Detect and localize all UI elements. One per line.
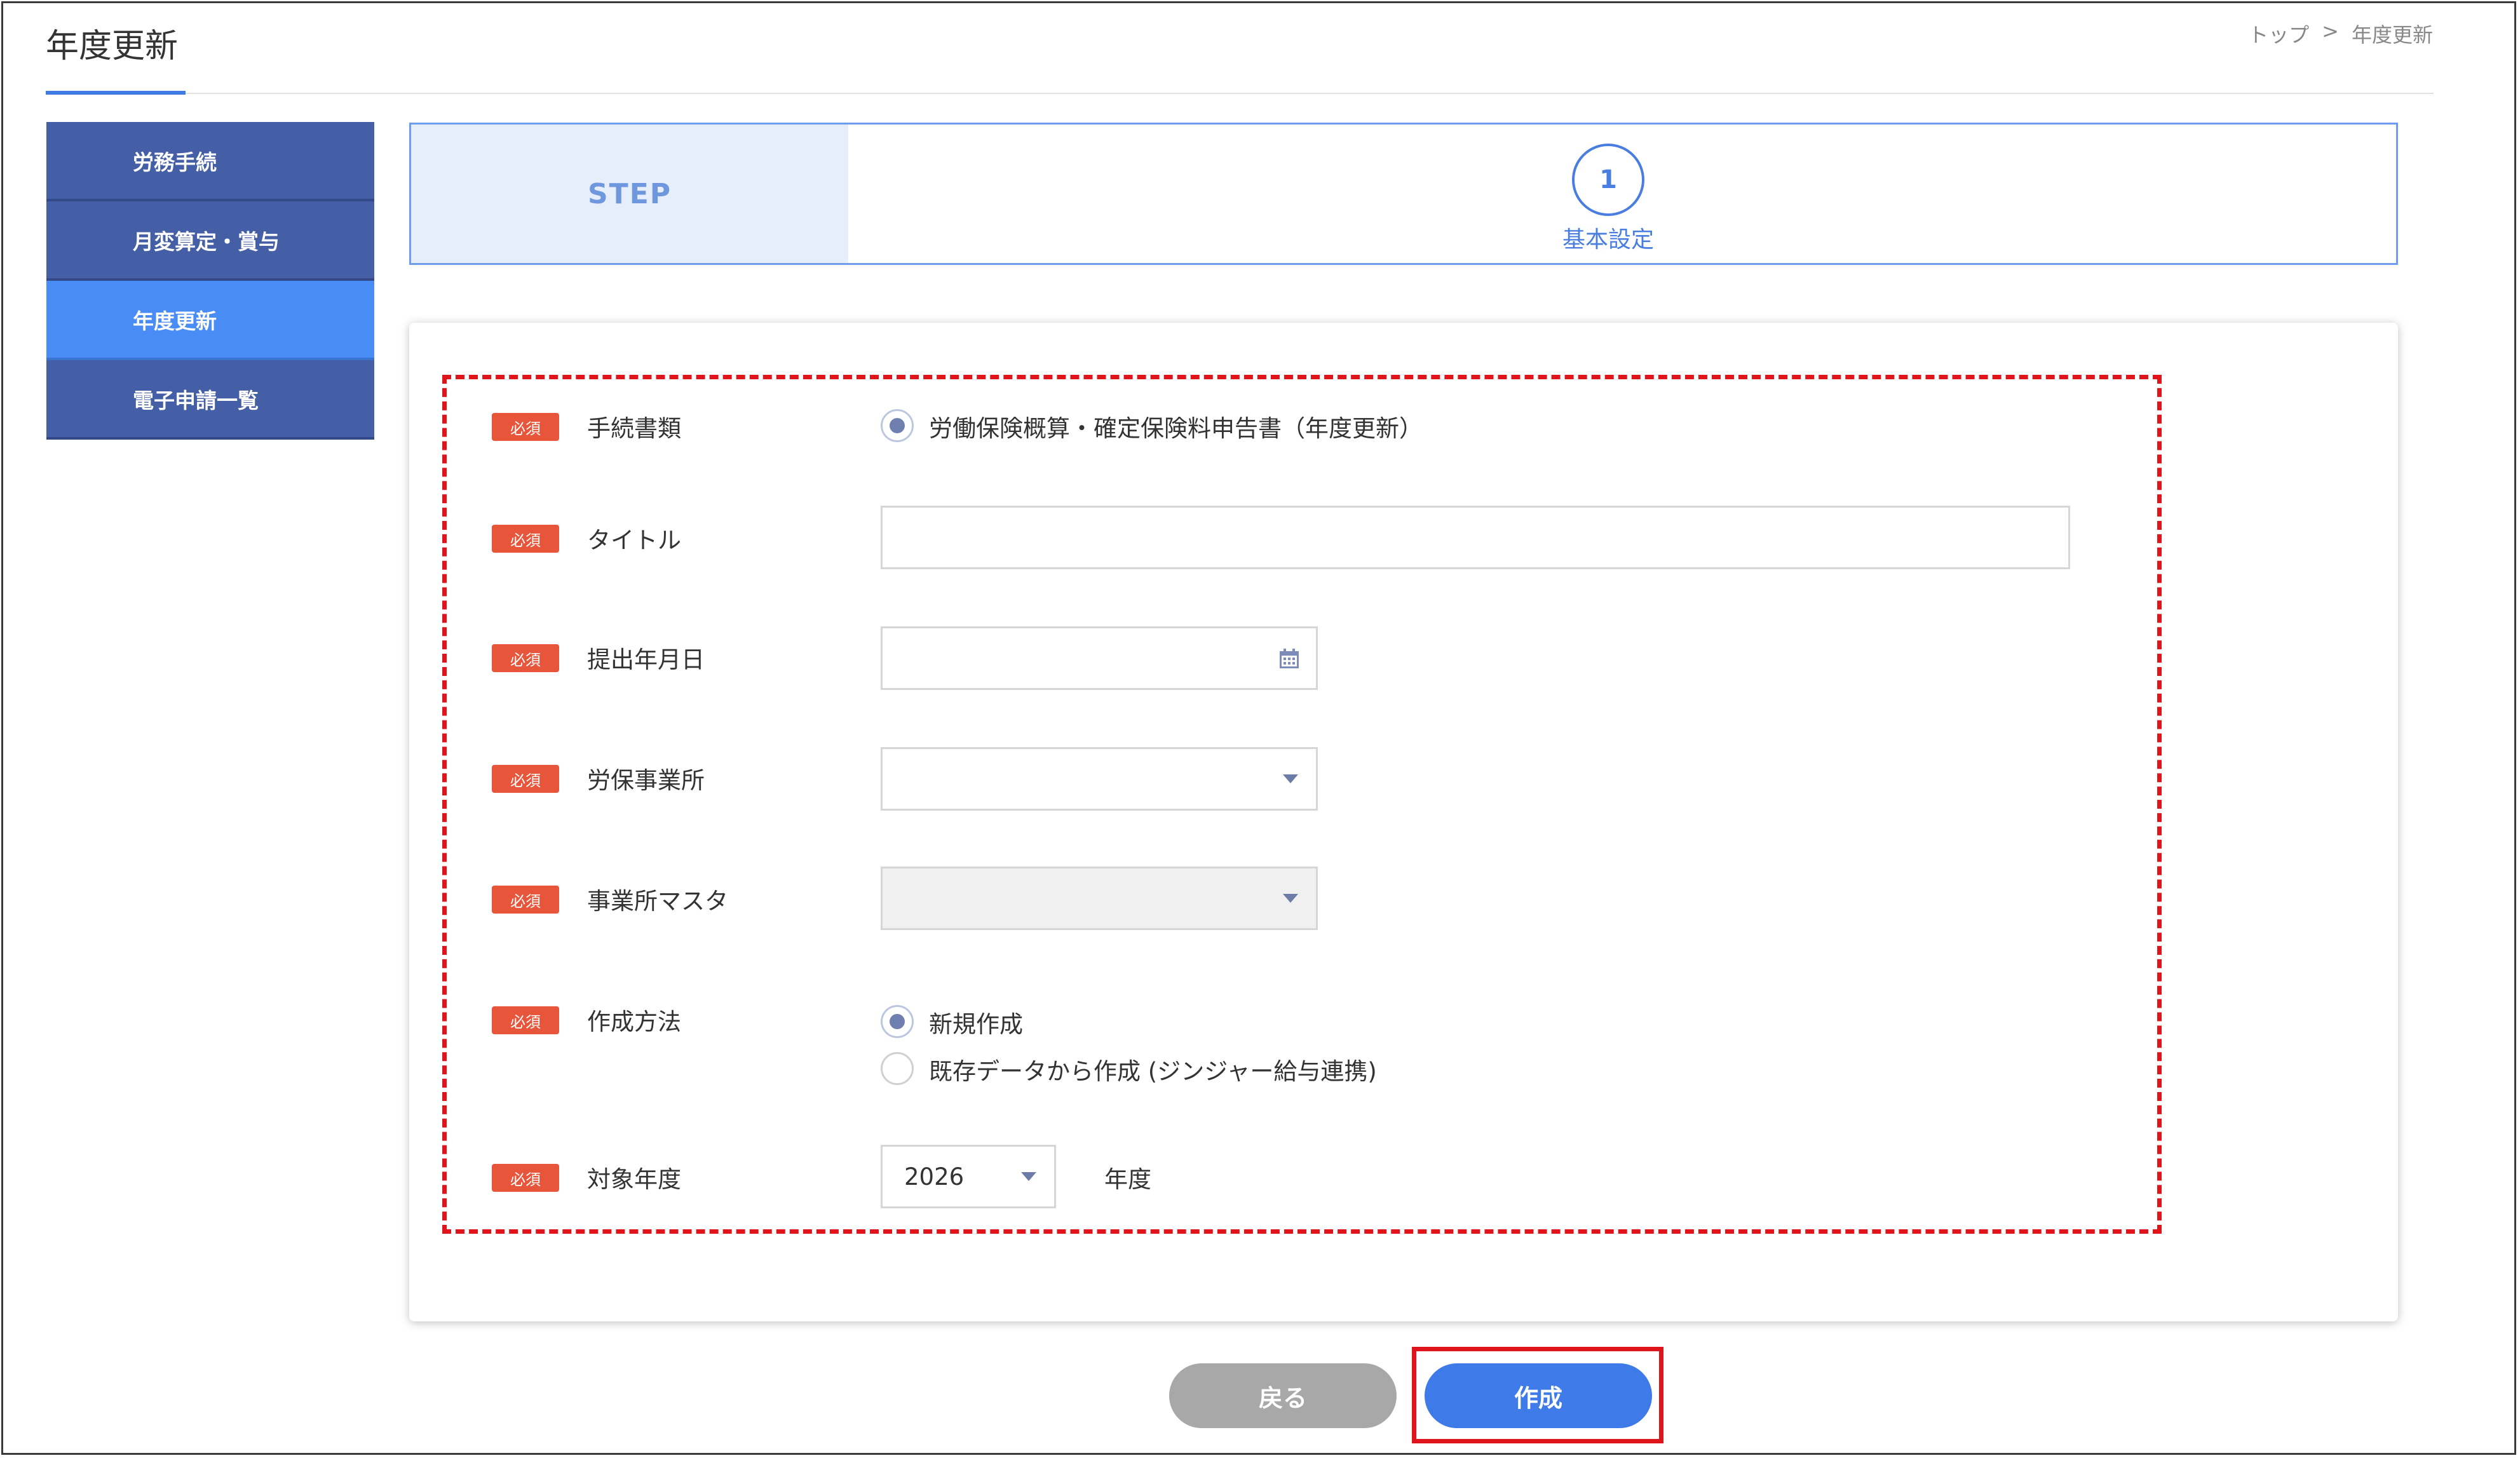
sidebar-item-salary-revision-bonus[interactable]: 月変算定・賞与: [46, 201, 374, 281]
procedure-label: 手続書類: [587, 415, 681, 442]
step-indicator: STEP 1 基本設定: [409, 123, 2398, 265]
target-year-suffix: 年度: [1104, 1166, 1151, 1193]
title-field[interactable]: [881, 506, 2070, 569]
breadcrumb-separator: >: [2322, 19, 2339, 43]
create-button-highlight: [1412, 1347, 1663, 1443]
required-badge: 必須: [492, 886, 559, 914]
required-badge: 必須: [492, 765, 559, 793]
sidebar-item-annual-renewal[interactable]: 年度更新: [46, 281, 374, 360]
sidebar-item-e-application-list[interactable]: 電子申請一覧: [46, 360, 374, 440]
method-option-new: 新規作成: [929, 1011, 1023, 1038]
required-badge: 必須: [492, 1164, 559, 1192]
title-underline: [46, 91, 186, 95]
method-radio-new[interactable]: [881, 1005, 914, 1038]
back-button[interactable]: 戻る: [1169, 1363, 1397, 1428]
target-year-value: 2026: [904, 1163, 965, 1191]
procedure-option: 労働保険概算・確定保険料申告書（年度更新）: [929, 415, 1423, 442]
page-title: 年度更新: [46, 27, 179, 65]
submit-date-label: 提出年月日: [587, 646, 705, 673]
target-year-label: 対象年度: [587, 1166, 681, 1193]
breadcrumb-current: 年度更新: [2351, 23, 2433, 47]
title-label: タイトル: [587, 527, 681, 554]
required-badge: 必須: [492, 525, 559, 553]
step-name: 基本設定: [1562, 227, 1654, 253]
sidebar-item-labor-procedures[interactable]: 労務手続: [46, 122, 374, 201]
method-option-existing: 既存データから作成 (ジンジャー給与連携): [929, 1058, 1377, 1085]
office-master-select: [881, 867, 1318, 930]
title-input[interactable]: [883, 508, 2068, 567]
calendar-icon[interactable]: [1278, 647, 1301, 670]
step-number: 1: [1572, 144, 1644, 216]
method-radio-existing[interactable]: [881, 1052, 914, 1085]
breadcrumb: トップ > 年度更新: [2248, 19, 2433, 48]
title-divider: [46, 93, 2434, 94]
sidebar: 労務手続 月変算定・賞与 年度更新 電子申請一覧: [46, 122, 374, 440]
submit-date-field[interactable]: [881, 626, 1318, 690]
submit-date-input[interactable]: [883, 628, 1316, 688]
procedure-radio[interactable]: [881, 409, 914, 442]
target-year-select[interactable]: 2026: [881, 1145, 1056, 1208]
chevron-down-icon: [1283, 894, 1298, 903]
step-label: STEP: [411, 125, 848, 263]
method-label: 作成方法: [587, 1008, 681, 1036]
chevron-down-icon: [1283, 774, 1298, 783]
required-badge: 必須: [492, 413, 559, 441]
chevron-down-icon: [1021, 1172, 1036, 1181]
breadcrumb-home[interactable]: トップ: [2248, 19, 2309, 48]
office-master-label: 事業所マスタ: [587, 888, 728, 915]
required-badge: 必須: [492, 1006, 559, 1034]
labor-office-label: 労保事業所: [587, 767, 705, 794]
required-badge: 必須: [492, 644, 559, 672]
labor-office-select[interactable]: [881, 747, 1318, 811]
